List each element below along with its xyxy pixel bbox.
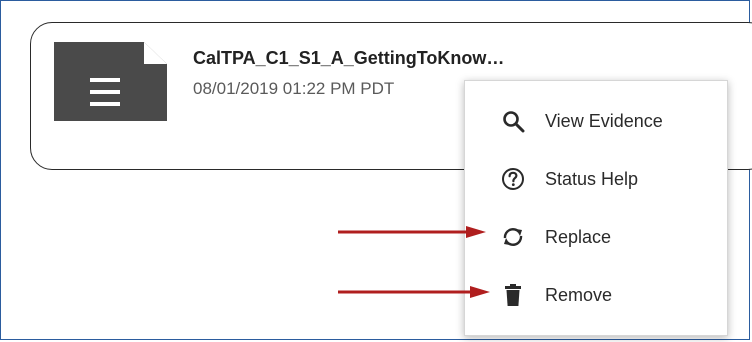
document-icon	[54, 42, 167, 121]
annotation-arrow-remove	[338, 286, 490, 298]
menu-item-view-evidence[interactable]: View Evidence	[465, 101, 727, 141]
annotation-arrow-replace	[338, 226, 486, 238]
menu-item-remove[interactable]: Remove	[465, 275, 727, 315]
file-name[interactable]: CalTPA_C1_S1_A_GettingToKnow…	[193, 48, 504, 69]
context-menu: View Evidence Status Help Replace Remove	[464, 80, 728, 336]
replace-icon	[501, 225, 525, 249]
menu-item-status-help[interactable]: Status Help	[465, 159, 727, 199]
search-icon	[501, 109, 525, 133]
menu-item-label: Status Help	[545, 168, 639, 189]
menu-item-label: Remove	[545, 284, 613, 305]
file-date: 08/01/2019 01:22 PM PDT	[193, 79, 395, 98]
menu-item-label: Replace	[545, 226, 612, 247]
trash-icon	[501, 283, 525, 307]
question-circle-icon	[501, 167, 525, 191]
menu-item-replace[interactable]: Replace	[465, 217, 727, 257]
menu-item-label: View Evidence	[545, 110, 663, 131]
